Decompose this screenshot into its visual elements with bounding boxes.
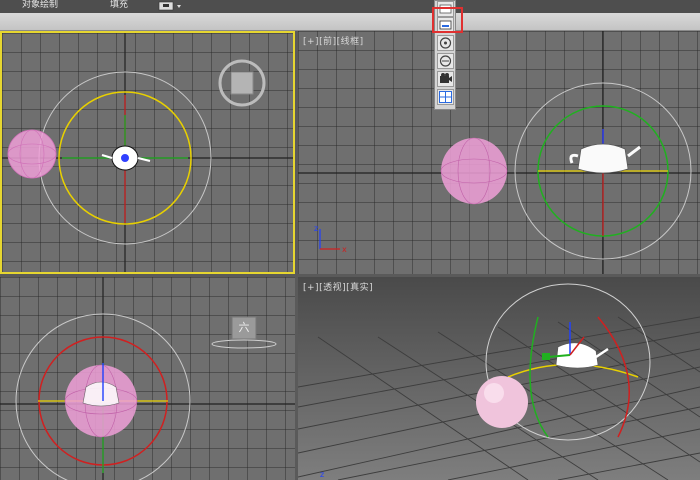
viewport-perspective-label[interactable]: [+][透视][真实] xyxy=(303,280,373,293)
svg-text:x: x xyxy=(342,245,347,254)
menu-object-paint[interactable]: 对象绘制 xyxy=(22,0,58,12)
viewport-front-label[interactable]: [+][前][线框] xyxy=(303,34,364,47)
menu-fill[interactable]: 填充 xyxy=(110,0,128,12)
viewcube-label[interactable]: 六 xyxy=(232,319,256,335)
viewport-front-canvas: x z xyxy=(298,31,700,274)
camera-icon[interactable] xyxy=(437,71,454,87)
viewport-front[interactable]: x z [+][前][线框] xyxy=(298,31,700,274)
viewport-perspective-canvas: z xyxy=(298,283,700,480)
viewport-top-canvas xyxy=(2,33,293,272)
viewport-perspective[interactable]: z [+][透视][真实] xyxy=(298,277,700,480)
svg-text:z: z xyxy=(320,470,324,479)
viewport-left-canvas xyxy=(0,277,295,480)
viewport-left[interactable]: 六 xyxy=(0,277,295,480)
highlight-box xyxy=(432,7,463,33)
viewport-top[interactable] xyxy=(0,31,295,274)
svg-text:z: z xyxy=(314,224,318,233)
orbit-sub-icon[interactable] xyxy=(437,53,454,69)
toolbar xyxy=(0,13,700,31)
grid-icon[interactable] xyxy=(437,89,454,105)
menu-bar: 对象绘制 填充 xyxy=(0,0,700,13)
orbit-icon[interactable] xyxy=(437,35,454,51)
